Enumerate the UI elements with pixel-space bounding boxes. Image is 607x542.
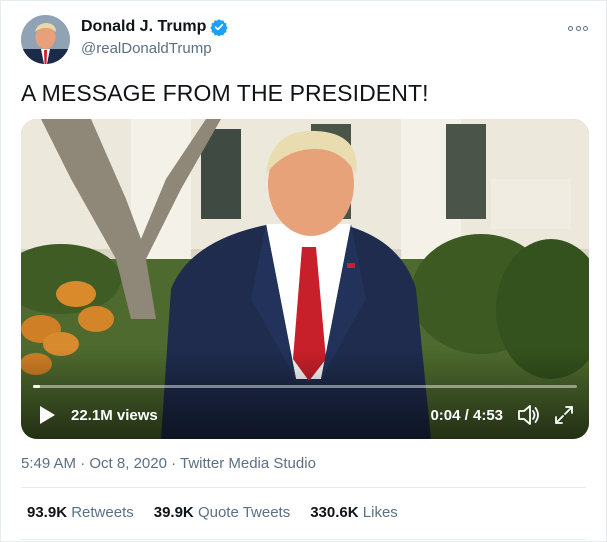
divider bbox=[21, 487, 586, 488]
volume-icon[interactable] bbox=[517, 404, 541, 426]
engagement-stats: 93.9K Retweets 39.9K Quote Tweets 330.6K… bbox=[27, 504, 418, 521]
video-frame-image bbox=[21, 119, 589, 439]
author-name-row[interactable]: Donald J. Trump bbox=[81, 18, 229, 37]
retweets-count: 93.9K bbox=[27, 504, 68, 521]
retweets-label: Retweets bbox=[71, 504, 134, 521]
tweet-date[interactable]: Oct 8, 2020 bbox=[89, 455, 167, 472]
video-progress-bar[interactable] bbox=[33, 385, 577, 388]
likes-label: Likes bbox=[362, 504, 398, 521]
fullscreen-icon[interactable] bbox=[553, 404, 575, 426]
tweet-metadata: 5:49 AM · Oct 8, 2020 · Twitter Media St… bbox=[21, 455, 316, 472]
video-progress-fill bbox=[33, 385, 41, 388]
divider bbox=[21, 539, 586, 540]
video-timestamp: 0:04 / 4:53 bbox=[430, 407, 503, 424]
tweet-time[interactable]: 5:49 AM bbox=[21, 455, 76, 472]
quote-tweets-stat[interactable]: 39.9K Quote Tweets bbox=[154, 504, 290, 521]
more-options-icon[interactable] bbox=[568, 23, 588, 33]
quote-tweets-count: 39.9K bbox=[153, 504, 194, 521]
author-handle[interactable]: @realDonaldTrump bbox=[81, 40, 212, 57]
tweet-source[interactable]: Twitter Media Studio bbox=[180, 455, 316, 472]
likes-count: 330.6K bbox=[310, 504, 359, 521]
meta-separator: · bbox=[76, 455, 90, 472]
quote-tweets-label: Quote Tweets bbox=[197, 504, 291, 521]
video-controls: 22.1M views 0:04 / 4:53 bbox=[21, 399, 589, 431]
video-view-count: 22.1M views bbox=[71, 407, 158, 424]
meta-separator: · bbox=[166, 455, 181, 472]
video-player[interactable]: 22.1M views 0:04 / 4:53 bbox=[21, 119, 589, 439]
retweets-stat[interactable]: 93.9K Retweets bbox=[27, 504, 134, 521]
profile-photo-icon bbox=[21, 15, 70, 64]
author-display-name[interactable]: Donald J. Trump bbox=[81, 18, 206, 36]
play-icon[interactable] bbox=[37, 405, 57, 425]
likes-stat[interactable]: 330.6K Likes bbox=[310, 504, 398, 521]
verified-badge-icon bbox=[210, 18, 229, 37]
tweet-text: A MESSAGE FROM THE PRESIDENT! bbox=[21, 80, 429, 106]
avatar[interactable] bbox=[21, 15, 70, 64]
tweet-card: Donald J. Trump @realDonaldTrump A MESSA… bbox=[0, 0, 607, 542]
